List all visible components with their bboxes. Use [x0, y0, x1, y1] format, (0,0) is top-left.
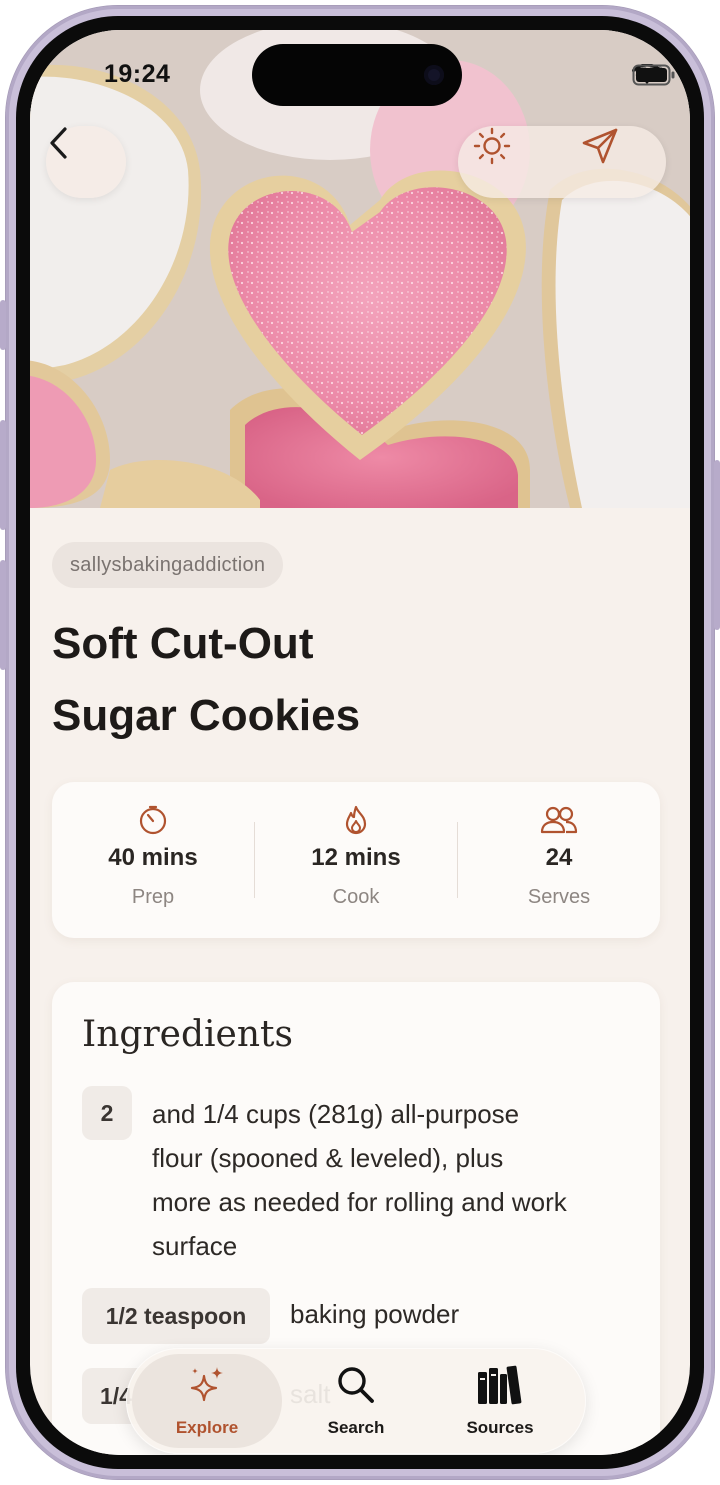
stat-cook: 12 mins Cook: [255, 782, 457, 938]
recipe-title-line-2: Sugar Cookies: [52, 691, 361, 740]
tab-label: Explore: [175, 1418, 239, 1437]
tab-explore[interactable]: Explore: [132, 1354, 282, 1448]
screen: 19:24 sallysbakingaddiction Soft Cut-Out…: [30, 30, 690, 1455]
theme-toggle-button[interactable]: [472, 126, 544, 198]
ingredient-quantity: 2: [82, 1086, 132, 1140]
recipe-hero-image: 19:24: [30, 30, 690, 508]
sparkles-icon: [187, 1364, 227, 1411]
ingredient-line: more as needed for rolling and work: [152, 1187, 567, 1217]
ingredient-line: flour (spooned & leveled), plus: [152, 1143, 504, 1173]
stat-prep: 40 mins Prep: [52, 782, 254, 938]
tab-bar: Explore Search Sources: [126, 1348, 586, 1454]
stat-label: Serves: [527, 886, 591, 908]
status-time: 19:24: [104, 60, 171, 88]
power-button: [714, 460, 720, 630]
people-icon: [539, 804, 579, 836]
ingredients-heading: Ingredients: [82, 1014, 293, 1055]
home-indicator: [262, 1440, 458, 1446]
tab-search[interactable]: Search: [281, 1354, 431, 1448]
ingredient-text: and 1/4 cups (281g) all-purpose flour (s…: [152, 1092, 642, 1268]
tab-label: Sources: [466, 1418, 534, 1437]
source-chip[interactable]: sallysbakingaddiction: [52, 542, 284, 588]
books-icon: [476, 1364, 524, 1411]
recipe-title-line-1: Soft Cut-Out: [52, 619, 314, 668]
action-button: [0, 300, 6, 350]
ingredient-line: surface: [152, 1231, 238, 1261]
volume-down-button: [0, 560, 6, 670]
recipe-title: Soft Cut-Out Sugar Cookies: [52, 608, 652, 752]
back-button[interactable]: [46, 126, 126, 198]
share-button[interactable]: [580, 126, 652, 198]
recipe-stats-card: 40 mins Prep 12 mins Cook 24 Serves: [52, 782, 660, 938]
stat-label: Cook: [332, 886, 380, 908]
stat-label: Prep: [131, 886, 175, 908]
stat-serves: 24 Serves: [458, 782, 660, 938]
tab-sources[interactable]: Sources: [425, 1354, 575, 1448]
tab-label: Search: [327, 1418, 385, 1437]
recipe-actions: [458, 126, 666, 198]
search-icon: [336, 1365, 376, 1410]
stat-value: 12 mins: [311, 844, 401, 871]
volume-up-button: [0, 420, 6, 530]
ingredient-text: baking powder: [290, 1299, 460, 1329]
stat-value: 40 mins: [108, 844, 198, 871]
timer-icon: [137, 804, 169, 836]
stat-value: 24: [545, 844, 573, 871]
ingredient-quantity: 1/2 teaspoon: [82, 1288, 270, 1344]
flame-icon: [340, 804, 372, 836]
dynamic-island: [252, 44, 462, 106]
ingredient-line: and 1/4 cups (281g) all-purpose: [152, 1099, 520, 1129]
